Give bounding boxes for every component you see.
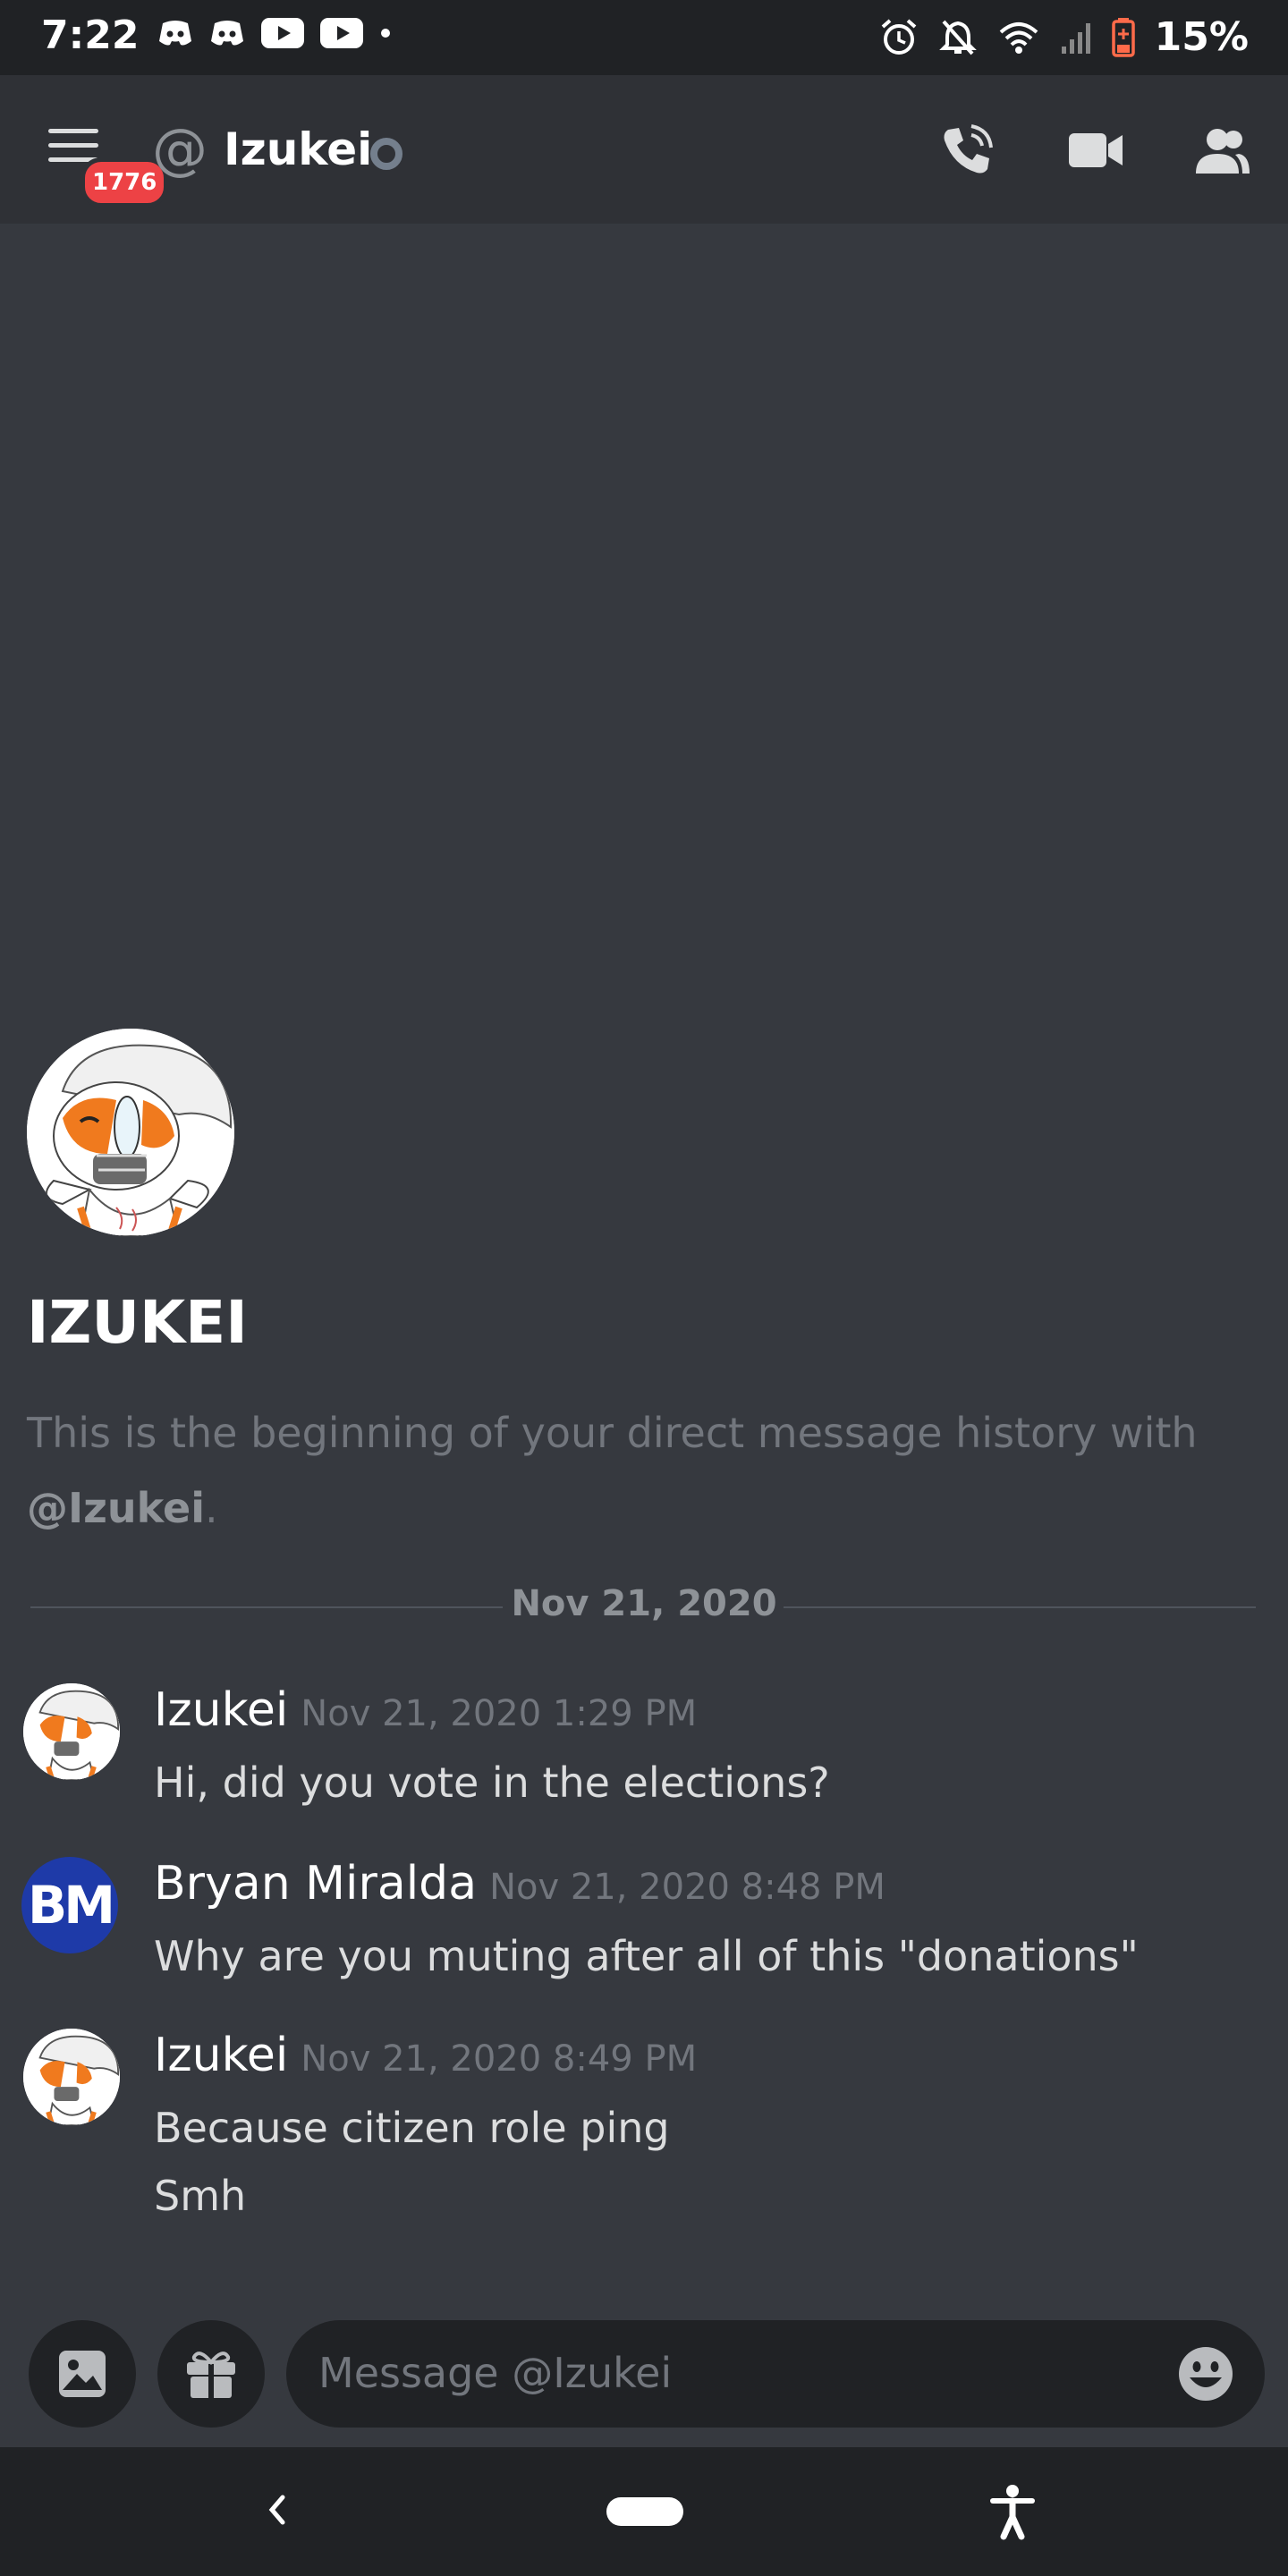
video-camera-icon[interactable] [1064, 123, 1127, 177]
avatar[interactable]: BM [21, 1857, 118, 1953]
divider-line-right [784, 1606, 1256, 1608]
message-input[interactable]: Message @Izukei [286, 2320, 1265, 2428]
message-author[interactable]: Izukei [154, 2029, 288, 2082]
system-nav-bar [0, 2447, 1288, 2576]
avatar[interactable] [23, 1683, 120, 1780]
status-notifications [157, 18, 392, 48]
divider-line-left [30, 1606, 503, 1608]
status-bar: 7:22 15% [0, 0, 1288, 75]
upload-image-button[interactable] [29, 2320, 136, 2428]
avatar-initials: BM [28, 1875, 115, 1936]
page-title[interactable]: Izukei [224, 123, 372, 175]
gift-button[interactable] [157, 2320, 265, 2428]
welcome-description-period: . [204, 1484, 218, 1532]
signal-icon [1061, 22, 1090, 54]
at-icon: @ [152, 116, 208, 182]
alarm-icon [881, 18, 916, 55]
message-text: Hi, did you vote in the elections? [154, 1758, 830, 1807]
image-icon [59, 2351, 106, 2397]
message-header: Bryan Miralda Nov 21, 2020 8:48 PM [154, 1857, 886, 1911]
bell-off-icon [938, 20, 977, 55]
message-header: Izukei Nov 21, 2020 8:49 PM [154, 2029, 697, 2082]
message-header: Izukei Nov 21, 2020 1:29 PM [154, 1683, 697, 1737]
status-system-icons: 15% [879, 14, 1249, 60]
avatar[interactable] [23, 2029, 120, 2125]
battery-percent: 15% [1154, 14, 1249, 60]
emoji-icon [1179, 2347, 1233, 2401]
welcome-description-text: This is the beginning of your direct mes… [27, 1409, 1198, 1457]
welcome-mention[interactable]: @Izukei [27, 1484, 205, 1532]
status-time: 7:22 [41, 13, 140, 58]
welcome-avatar[interactable] [27, 1029, 234, 1236]
discord-icon [159, 21, 191, 46]
message-text: Smh [154, 2172, 247, 2220]
accessibility-icon[interactable] [987, 2483, 1038, 2540]
gift-icon [187, 2351, 235, 2398]
welcome-title: IZUKEI [27, 1288, 248, 1357]
members-icon[interactable] [1191, 123, 1254, 177]
message-author[interactable]: Bryan Miralda [154, 1857, 477, 1911]
offline-status-icon [370, 138, 402, 170]
message-text: Because citizen role ping [154, 2104, 670, 2152]
message-timestamp: Nov 21, 2020 1:29 PM [301, 1693, 698, 1734]
dot-icon [381, 29, 390, 38]
message-timestamp: Nov 21, 2020 8:48 PM [489, 1867, 886, 1908]
emoji-button[interactable] [1177, 2345, 1234, 2402]
welcome-description: This is the beginning of your direct mes… [27, 1395, 1243, 1546]
youtube-icon [320, 18, 363, 48]
phone-call-icon[interactable] [936, 123, 998, 177]
message-input-placeholder: Message @Izukei [318, 2349, 673, 2397]
battery-icon [1111, 17, 1135, 57]
message-author[interactable]: Izukei [154, 1683, 288, 1737]
back-icon[interactable] [259, 2483, 295, 2537]
message-timestamp: Nov 21, 2020 8:49 PM [301, 2038, 698, 2080]
date-divider-label: Nov 21, 2020 [511, 1583, 777, 1624]
channel-header: 1776 @ Izukei [0, 75, 1288, 224]
wifi-icon [999, 21, 1038, 54]
home-pill[interactable] [606, 2497, 683, 2526]
discord-icon [211, 21, 243, 46]
youtube-icon [261, 18, 304, 48]
message-text: Why are you muting after all of this "do… [154, 1932, 1139, 1980]
